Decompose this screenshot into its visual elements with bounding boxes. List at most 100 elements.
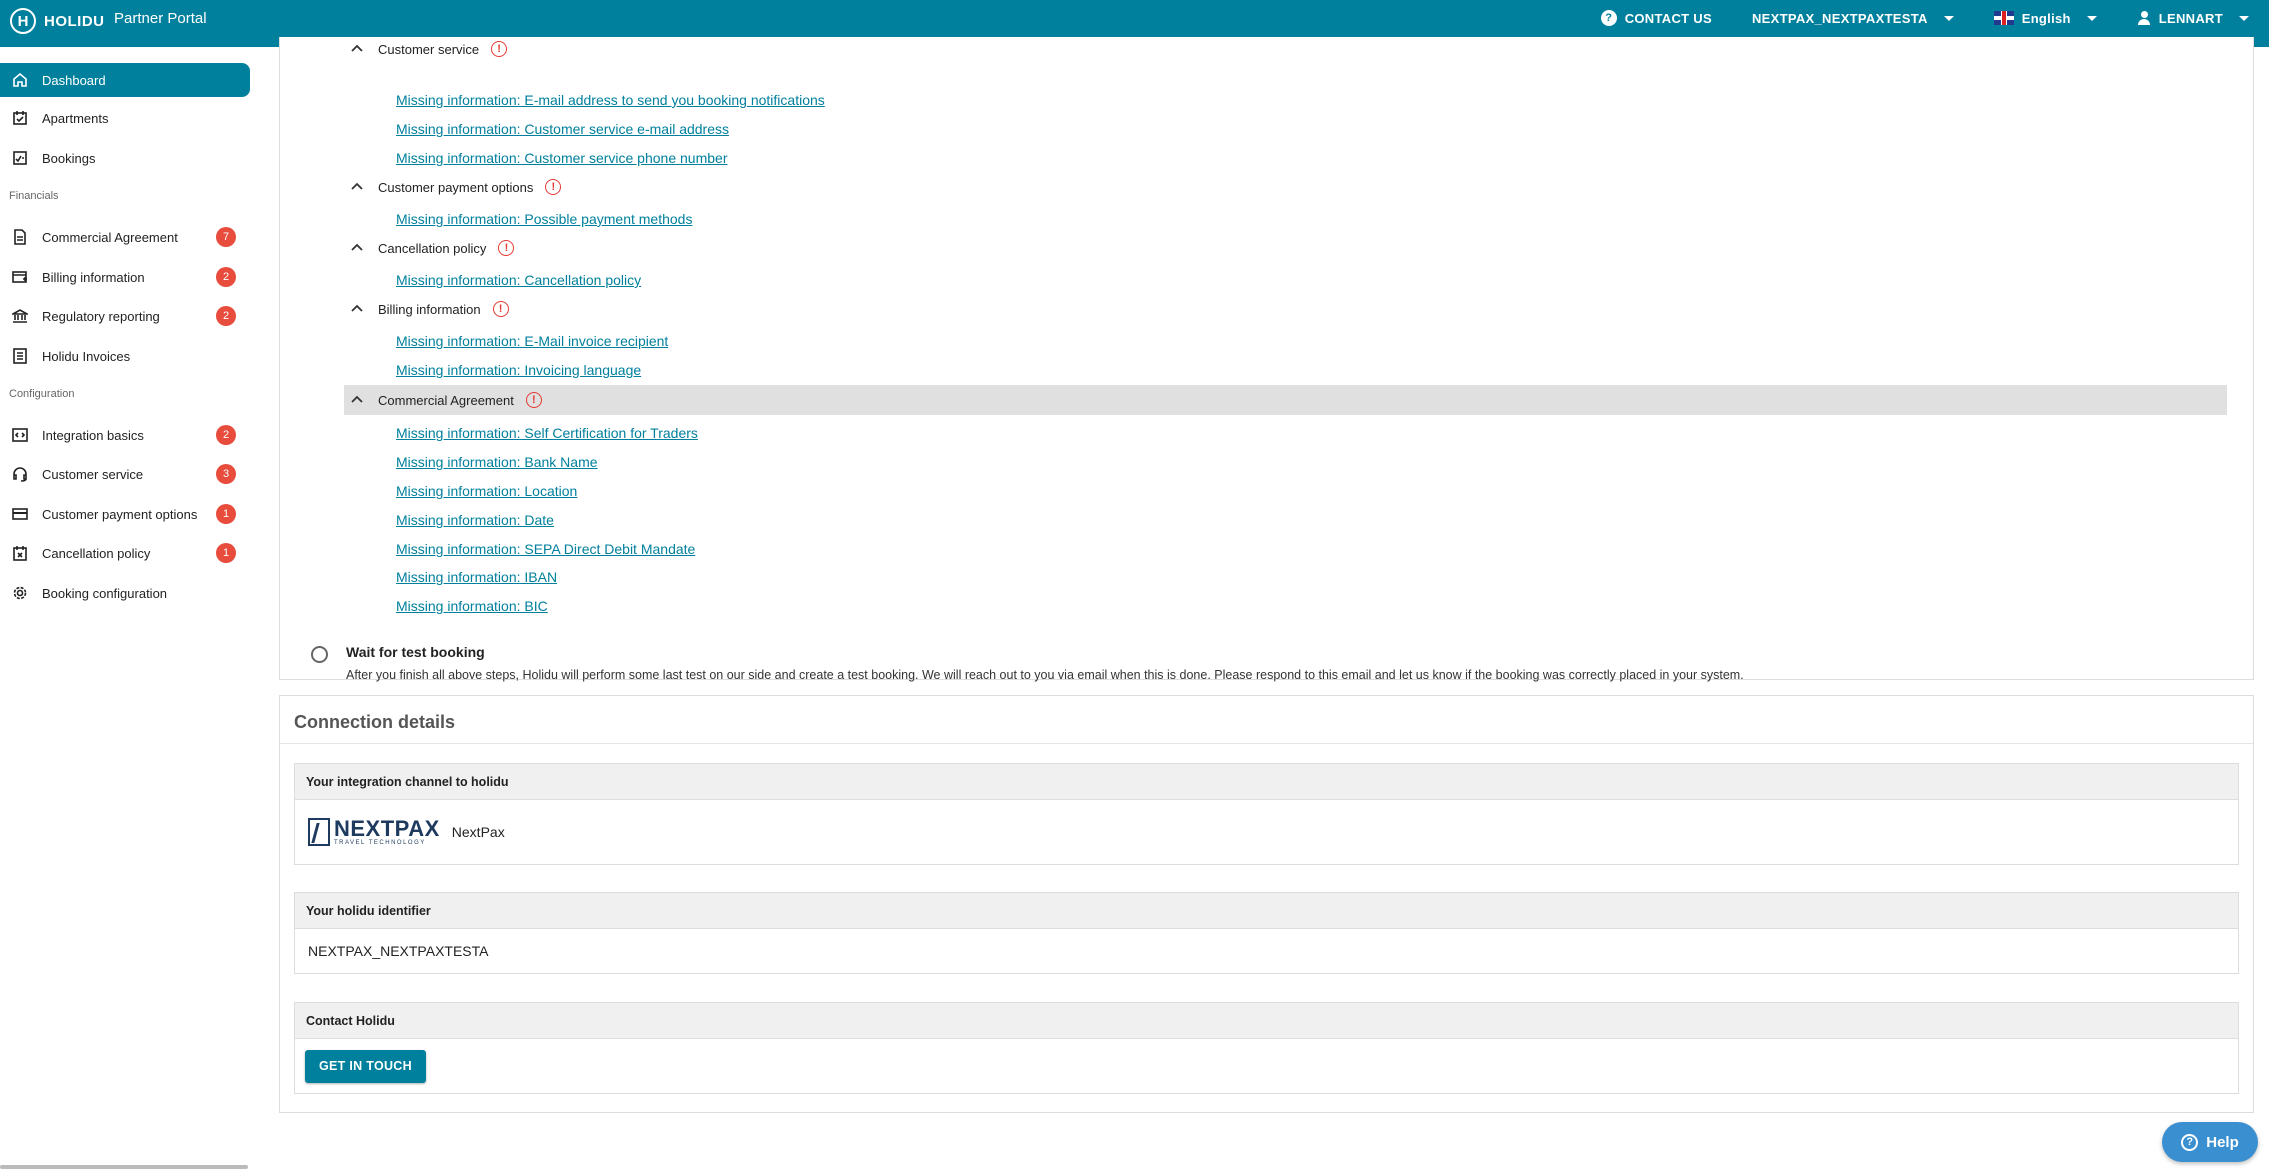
missing-info-link[interactable]: Missing information: BIC	[396, 598, 548, 614]
connection-details-card: Connection details Your integration chan…	[279, 695, 2254, 1113]
missing-info-link[interactable]: Missing information: Customer service ph…	[396, 150, 727, 166]
get-in-touch-button[interactable]: GET IN TOUCH	[305, 1049, 426, 1083]
divider	[280, 743, 2253, 744]
document-icon	[12, 229, 28, 245]
count-badge: 7	[216, 227, 236, 247]
group-header-billing-information[interactable]: Billing information !	[344, 294, 2227, 324]
account-label: NEXTPAX_NEXTPAXTESTA	[1751, 10, 1928, 26]
sidebar-item-holidu-invoices[interactable]: Holidu Invoices	[0, 339, 250, 373]
box-body: NEXTPAX_NEXTPAXTESTA	[295, 929, 2238, 973]
missing-info-link[interactable]: Missing information: Location	[396, 483, 577, 499]
contact-holidu-box: Contact Holidu GET IN TOUCH	[294, 1002, 2239, 1094]
holidu-identifier-box: Your holidu identifier NEXTPAX_NEXTPAXTE…	[294, 892, 2239, 974]
group-label: Cancellation policy	[378, 240, 487, 256]
group-label: Customer service	[378, 41, 480, 57]
contact-us-link[interactable]: ? CONTACT US	[1600, 10, 1712, 26]
step-radio[interactable]	[311, 646, 328, 663]
home-icon	[12, 72, 28, 88]
chevron-up-icon	[351, 182, 363, 190]
language-dropdown[interactable]: English	[1993, 10, 2097, 26]
missing-info-link[interactable]: Missing information: E-Mail invoice reci…	[396, 333, 668, 349]
sidebar-item-customer-service[interactable]: Customer service 3	[0, 457, 250, 491]
identifier-value: NEXTPAX_NEXTPAXTESTA	[308, 943, 489, 959]
warning-icon: !	[525, 392, 542, 408]
group-label: Customer payment options	[378, 179, 534, 195]
onboarding-checklist-card: Customer service ! Missing information: …	[279, 34, 2254, 682]
group-header-customer-payment-options[interactable]: Customer payment options !	[344, 172, 2227, 202]
group-label: Commercial Agreement	[378, 392, 514, 408]
missing-info-link[interactable]: Missing information: SEPA Direct Debit M…	[396, 541, 695, 557]
missing-info-link[interactable]: Missing information: Cancellation policy	[396, 272, 641, 288]
missing-info-link[interactable]: Missing information: Bank Name	[396, 454, 598, 470]
sidebar-item-label: Integration basics	[42, 427, 144, 443]
missing-info-link[interactable]: Missing information: Date	[396, 512, 554, 528]
language-label: English	[2021, 10, 2071, 26]
box-body: NEXTPAX TRAVEL TECHNOLOGY NextPax	[295, 800, 2238, 864]
missing-info-link[interactable]: Missing information: Invoicing language	[396, 362, 641, 378]
integration-channel-box: Your integration channel to holidu NEXTP…	[294, 763, 2239, 865]
sidebar-item-dashboard[interactable]: Dashboard	[0, 63, 250, 97]
missing-info-link[interactable]: Missing information: Self Certification …	[396, 425, 698, 441]
warning-icon: !	[545, 179, 562, 195]
warning-icon: !	[491, 41, 508, 57]
count-badge: 2	[216, 267, 236, 287]
missing-info-link[interactable]: Missing information: E-mail address to s…	[396, 92, 825, 108]
question-icon: ?	[2181, 1133, 2199, 1151]
chevron-down-icon	[2239, 15, 2249, 21]
help-button[interactable]: ? Help	[2162, 1122, 2258, 1162]
help-circle-icon: ?	[1600, 10, 1617, 26]
sidebar-item-apartments[interactable]: Apartments	[0, 101, 250, 135]
sidebar-item-regulatory-reporting[interactable]: Regulatory reporting 2	[0, 299, 250, 333]
bookings-icon	[12, 150, 28, 166]
missing-info-link[interactable]: Missing information: Customer service e-…	[396, 121, 729, 137]
missing-info-link[interactable]: Missing information: IBAN	[396, 569, 557, 585]
holidu-logo[interactable]: H HOLIDU	[10, 8, 105, 34]
sidebar-item-customer-payment-options[interactable]: Customer payment options 1	[0, 497, 250, 531]
group-header-cancellation-policy[interactable]: Cancellation policy !	[344, 233, 2227, 263]
sidebar-item-booking-configuration[interactable]: Booking configuration	[0, 576, 250, 610]
sidebar-item-cancellation-policy[interactable]: Cancellation policy 1	[0, 536, 250, 570]
step-description: After you finish all above steps, Holidu…	[346, 668, 1744, 682]
sidebar-item-label: Dashboard	[42, 72, 106, 88]
sidebar-item-label: Customer service	[42, 466, 144, 482]
chevron-down-icon	[2086, 15, 2097, 21]
integration-icon	[12, 427, 28, 443]
holidu-logo-text: HOLIDU	[44, 12, 105, 30]
headset-icon	[12, 466, 28, 482]
sidebar-item-integration-basics[interactable]: Integration basics 2	[0, 418, 250, 452]
box-header: Your integration channel to holidu	[295, 764, 2238, 800]
step-wait-for-test-booking: Wait for test booking After you finish a…	[311, 644, 1744, 682]
chevron-up-icon	[351, 243, 363, 251]
section-financials: Financials	[9, 190, 59, 202]
sidebar-item-label: Apartments	[42, 110, 109, 126]
box-body: GET IN TOUCH	[295, 1039, 2238, 1093]
box-header: Your holidu identifier	[295, 893, 2238, 929]
help-label: Help	[2206, 1133, 2239, 1151]
portal-title: Partner Portal	[114, 10, 207, 27]
user-dropdown[interactable]: LENNART	[2137, 11, 2249, 26]
billing-icon	[12, 269, 28, 285]
group-header-commercial-agreement[interactable]: Commercial Agreement !	[344, 385, 2227, 415]
sidebar-item-label: Billing information	[42, 269, 145, 285]
group-header-customer-service[interactable]: Customer service !	[344, 34, 2227, 64]
sidebar-scrollbar[interactable]	[0, 1165, 248, 1169]
account-dropdown[interactable]: NEXTPAX_NEXTPAXTESTA	[1752, 11, 1954, 26]
section-configuration: Configuration	[9, 388, 75, 400]
nextpax-logo: NEXTPAX TRAVEL TECHNOLOGY	[308, 818, 440, 846]
bank-icon	[12, 308, 28, 324]
sidebar-item-bookings[interactable]: Bookings	[0, 141, 250, 175]
sidebar: Dashboard Apartments Bookings Financials…	[0, 47, 260, 1169]
count-badge: 2	[216, 306, 236, 326]
top-right-menu: ? CONTACT US NEXTPAX_NEXTPAXTESTA Englis…	[1600, 0, 2269, 36]
missing-info-link[interactable]: Missing information: Possible payment me…	[396, 211, 692, 227]
channel-name: NextPax	[451, 824, 505, 840]
warning-icon: !	[498, 240, 515, 256]
credit-card-icon	[12, 506, 28, 522]
apartment-icon	[12, 110, 28, 126]
sidebar-item-commercial-agreement[interactable]: Commercial Agreement 7	[0, 220, 250, 254]
count-badge: 3	[216, 464, 236, 484]
sidebar-item-billing-information[interactable]: Billing information 2	[0, 260, 250, 294]
user-icon	[2137, 11, 2151, 25]
chevron-down-icon	[1943, 15, 1954, 21]
nextpax-logo-small: TRAVEL TECHNOLOGY	[334, 840, 426, 846]
